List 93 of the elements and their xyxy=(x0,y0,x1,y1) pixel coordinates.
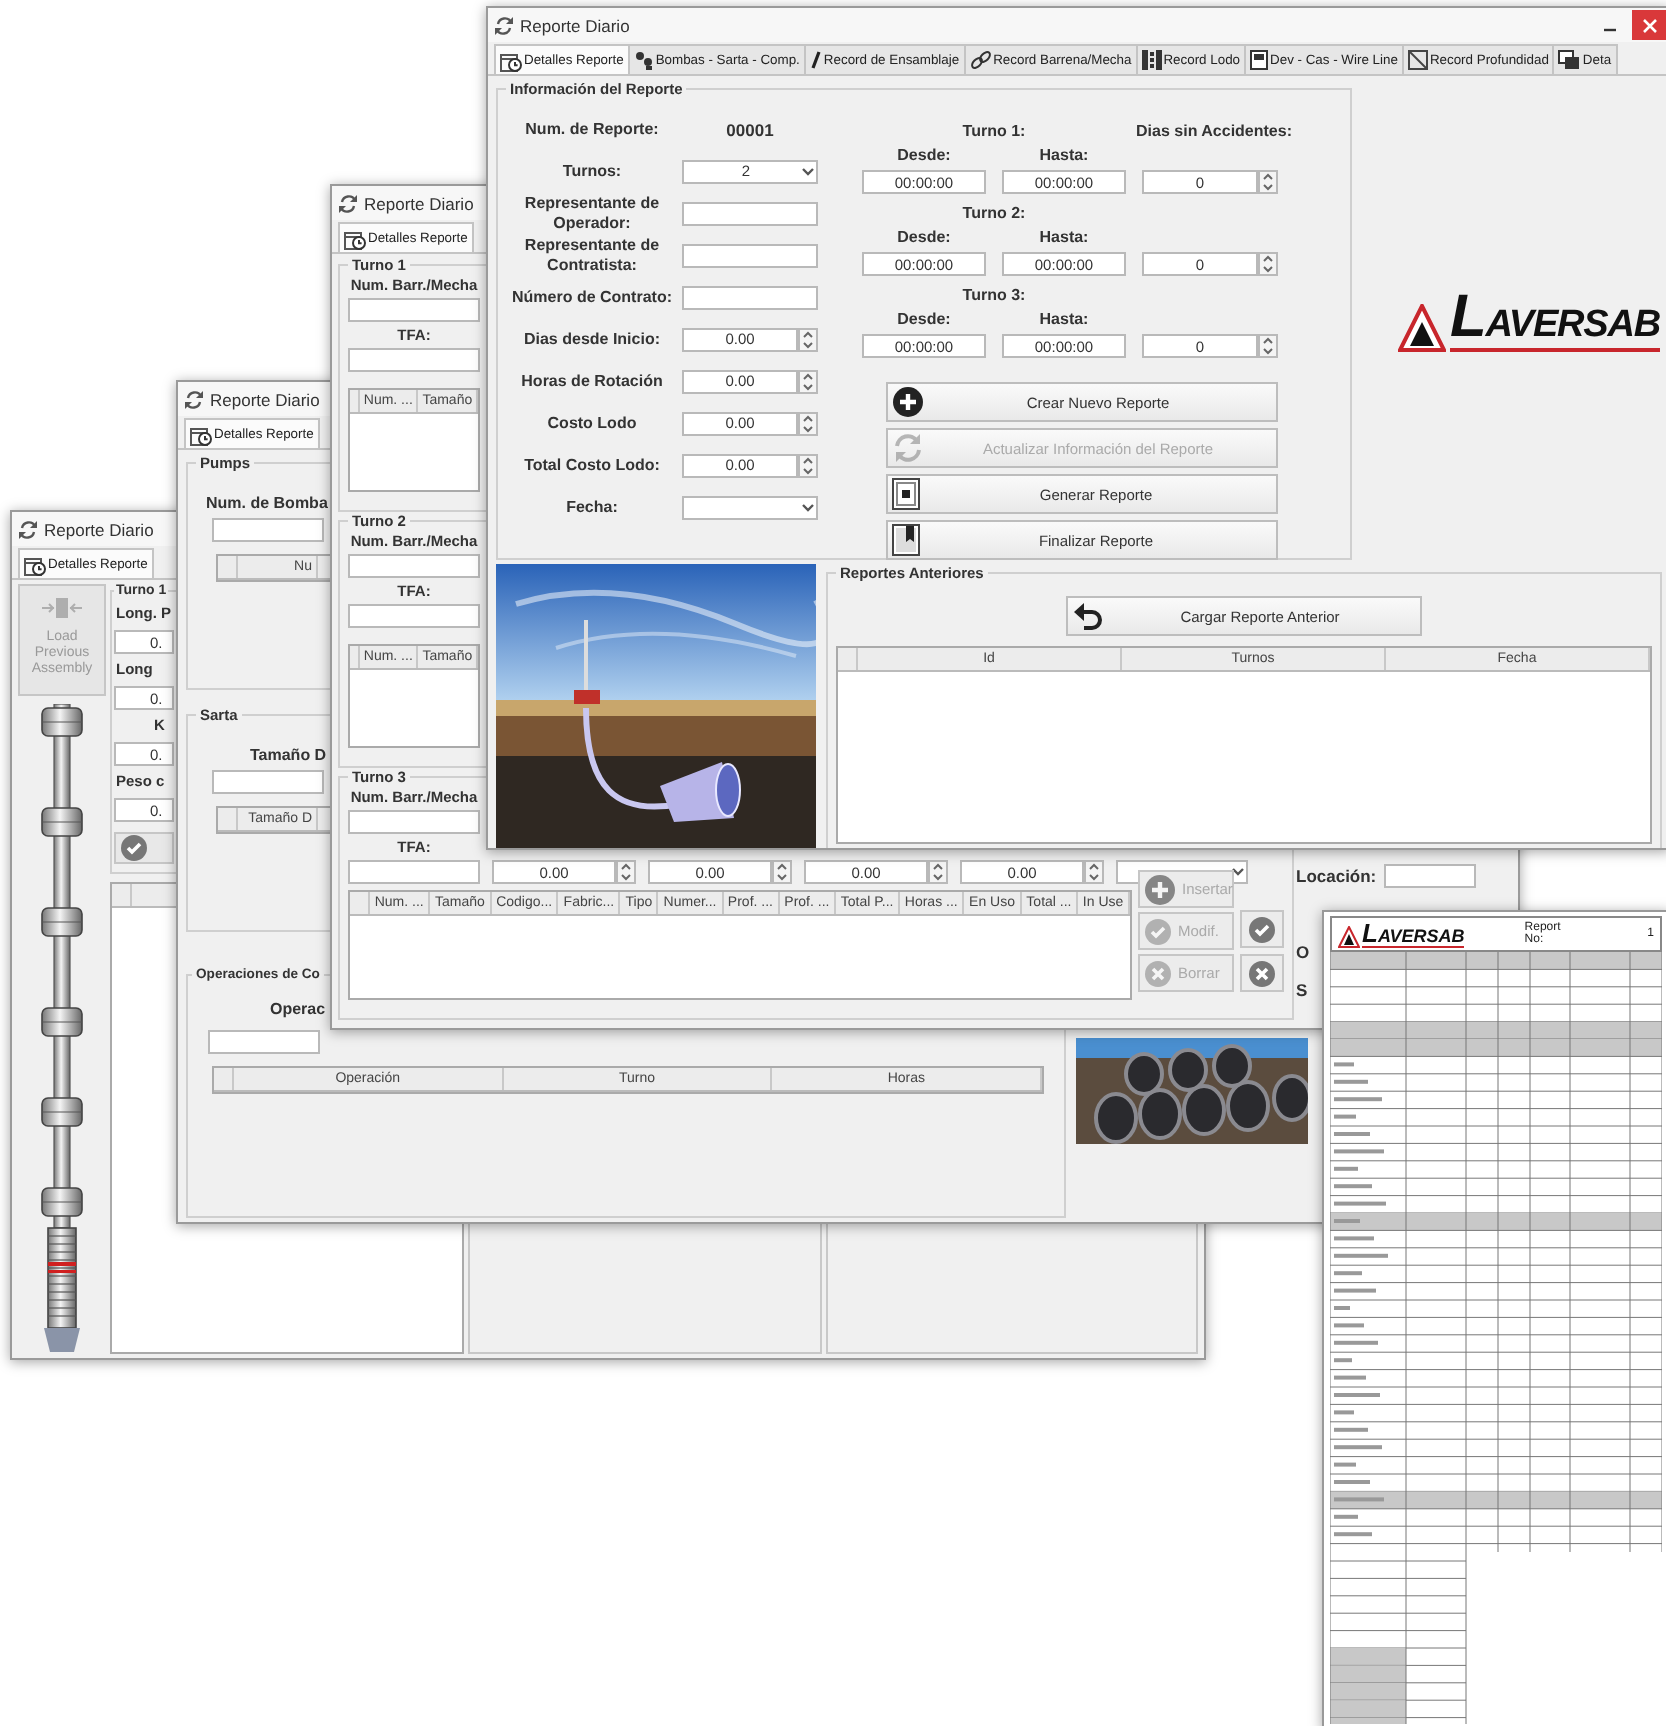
input-field[interactable] xyxy=(212,518,324,542)
plus-circle-icon xyxy=(1144,873,1176,905)
caret-icon xyxy=(800,499,816,515)
input-field[interactable] xyxy=(682,201,818,225)
spinner-icon[interactable] xyxy=(798,411,818,435)
spinner-icon[interactable] xyxy=(798,453,818,477)
x-circle-icon xyxy=(1144,959,1172,987)
input-field[interactable] xyxy=(348,348,480,372)
spinner-icon[interactable] xyxy=(1258,252,1278,276)
spinner-icon[interactable] xyxy=(1084,860,1104,884)
window-title: Reporte Diario xyxy=(364,193,474,213)
input-field[interactable] xyxy=(348,298,480,322)
sync-icon xyxy=(494,15,514,35)
field-label: Num. de Bomba xyxy=(206,494,328,512)
field-label: Desde: xyxy=(895,146,953,168)
calendar-icon xyxy=(500,51,522,71)
document-icon xyxy=(892,478,920,510)
check-circle-icon xyxy=(120,834,148,862)
field-label: Horas de Rotación xyxy=(519,371,665,391)
field-label: Número de Contrato: xyxy=(510,287,674,307)
close-button[interactable] xyxy=(1632,10,1666,40)
connector-icon xyxy=(42,598,82,618)
window-title: Reporte Diario xyxy=(210,389,320,409)
window-icon xyxy=(1558,50,1581,70)
sync-icon xyxy=(338,193,358,213)
spinner-icon[interactable] xyxy=(798,369,818,393)
bookmark-icon xyxy=(892,524,920,556)
field-label: Desde: xyxy=(895,228,953,250)
spinner-icon[interactable] xyxy=(928,860,948,884)
window-title: Reporte Diario xyxy=(520,15,630,35)
input-field[interactable] xyxy=(208,1030,320,1054)
field-label: Total Costo Lodo: xyxy=(522,455,662,475)
refresh-icon xyxy=(892,432,924,464)
field-label: O xyxy=(1296,942,1310,962)
input-field[interactable] xyxy=(682,243,818,267)
check-circle-icon xyxy=(1144,917,1172,945)
input-field[interactable] xyxy=(348,860,480,884)
column-label: Dias sin Accidentes: xyxy=(1136,120,1292,144)
input-field[interactable] xyxy=(212,770,324,794)
calendar-icon xyxy=(190,425,212,445)
field-label: Hasta: xyxy=(1037,310,1091,332)
document-icon xyxy=(1250,50,1269,70)
input-field[interactable] xyxy=(1384,864,1477,888)
input-field[interactable] xyxy=(348,810,480,834)
field-label: Hasta: xyxy=(1037,146,1091,168)
field-label: Representante de Contratista: xyxy=(522,236,662,274)
spinner-icon[interactable] xyxy=(1258,170,1278,194)
window-title: Reporte Diario xyxy=(44,519,154,539)
close-icon xyxy=(1642,17,1658,33)
field-label: Hasta: xyxy=(1037,228,1091,250)
plus-circle-icon xyxy=(892,386,924,418)
confirm-button[interactable] xyxy=(114,832,174,864)
logo: LAVERSAB xyxy=(1338,920,1465,948)
field-label: Representante de Operador: xyxy=(522,194,662,232)
undo-icon xyxy=(1072,602,1104,630)
field-label: Turnos: xyxy=(560,161,624,181)
input-field[interactable] xyxy=(682,285,818,309)
report-number: 00001 xyxy=(724,119,776,139)
spinner-icon[interactable] xyxy=(616,860,636,884)
x-circle-icon xyxy=(1248,959,1276,987)
shift-title: Turno 2: xyxy=(960,202,1028,226)
input-field[interactable] xyxy=(348,554,480,578)
field-label: Dias desde Inicio: xyxy=(521,329,663,349)
dropdown-field[interactable] xyxy=(682,495,818,519)
spinner-icon[interactable] xyxy=(1258,334,1278,358)
sync-icon xyxy=(18,519,38,539)
field-label: Costo Lodo xyxy=(545,413,639,433)
delete-button[interactable] xyxy=(1240,954,1284,992)
link-icon xyxy=(969,50,992,70)
field-label: Num. de Reporte: xyxy=(523,119,661,139)
shift-title: Turno 3: xyxy=(960,284,1028,308)
spinner-icon[interactable] xyxy=(772,860,792,884)
field-label: S xyxy=(1296,980,1308,1000)
field-label: Locación: xyxy=(1296,866,1377,886)
confirm-button[interactable] xyxy=(1240,910,1284,948)
calendar-icon xyxy=(344,229,366,249)
calendar-icon xyxy=(24,555,46,575)
slash-icon xyxy=(809,50,822,70)
caret-icon xyxy=(800,163,816,179)
field-label: Fecha: xyxy=(564,497,620,517)
check-circle-icon xyxy=(1248,915,1276,943)
input-field[interactable] xyxy=(348,604,480,628)
field-label: Tamaño D xyxy=(250,746,327,764)
diagonal-square-icon xyxy=(1407,50,1428,70)
sync-icon xyxy=(184,389,204,409)
grid-icon xyxy=(1141,50,1162,70)
spinner-icon[interactable] xyxy=(798,327,818,351)
caret-icon xyxy=(1230,864,1246,880)
field-label: Desde: xyxy=(895,310,953,332)
logo: LAVERSAB xyxy=(1397,288,1660,352)
field-label: Operac xyxy=(270,1000,326,1018)
dots-icon xyxy=(633,50,654,70)
shift-title: Turno 1: xyxy=(960,120,1028,144)
